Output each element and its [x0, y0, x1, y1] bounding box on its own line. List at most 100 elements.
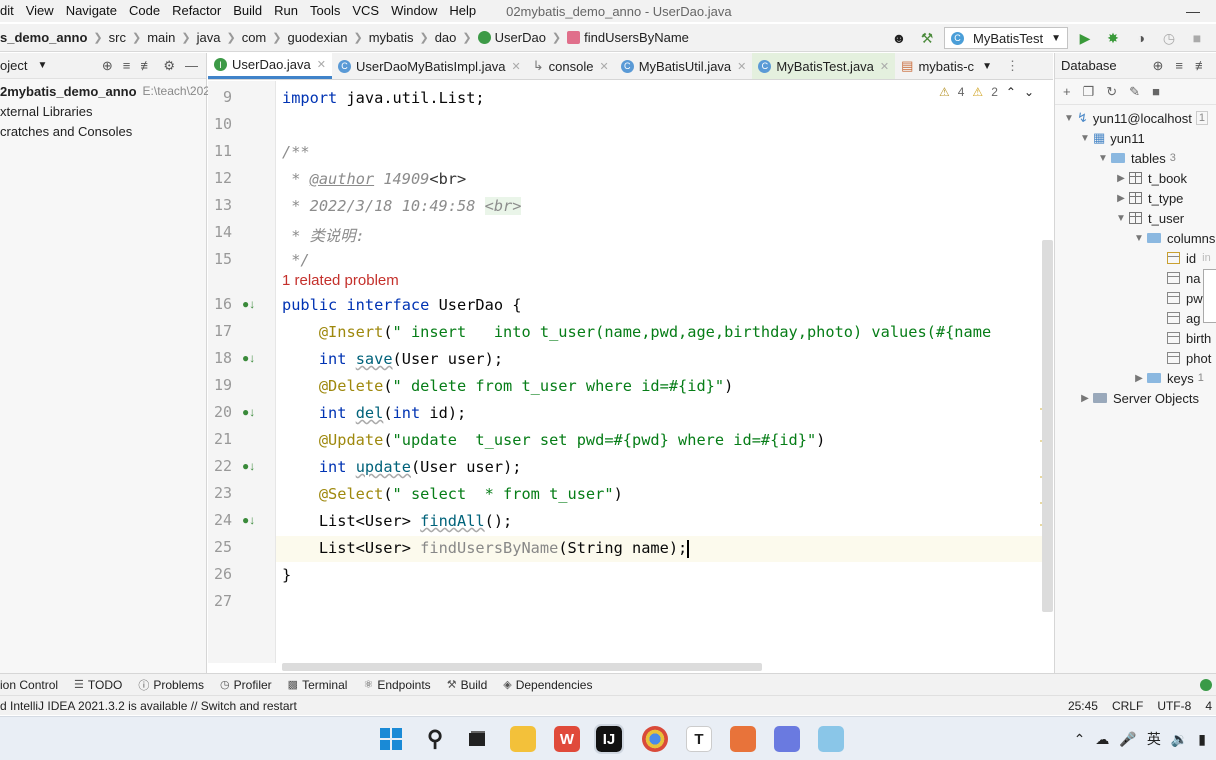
tree-item-server-objects[interactable]: ▶ Server Objects	[1077, 388, 1199, 408]
tree-item-table[interactable]: ▶ t_type	[1113, 188, 1183, 208]
task-view-icon[interactable]	[464, 726, 490, 752]
related-problem-hint[interactable]: 1 related problem	[282, 272, 399, 289]
expand-all-icon[interactable]: ≡	[1175, 58, 1183, 74]
menu-refactor[interactable]: Refactor	[166, 0, 227, 22]
chevron-down-icon[interactable]: ▼	[982, 61, 992, 72]
tree-item-schema[interactable]: ▼ ▦ yun11	[1077, 128, 1145, 148]
speaker-icon[interactable]: 🔉	[1171, 731, 1188, 748]
event-log[interactable]	[1200, 678, 1212, 691]
tree-item-table[interactable]: ▶ t_book	[1113, 168, 1187, 188]
chevron-down-icon[interactable]: ▼	[1077, 133, 1093, 144]
search-icon[interactable]: ⚲	[422, 726, 448, 752]
close-icon[interactable]: ✕	[599, 60, 608, 73]
cloud-icon[interactable]: ☁	[1095, 731, 1109, 748]
chevron-right-icon[interactable]: ▶	[1113, 173, 1129, 184]
tree-item-table[interactable]: ▼ t_user	[1113, 208, 1184, 228]
microphone-icon[interactable]: 🎤	[1119, 731, 1136, 748]
status-message[interactable]: d IntelliJ IDEA 2021.3.2 is available //…	[0, 699, 297, 713]
minimize-icon[interactable]: —	[1170, 0, 1216, 22]
project-panel-title[interactable]: oject	[0, 58, 27, 73]
tab-mybatistest[interactable]: C MyBatisTest.java ✕	[752, 53, 896, 79]
menu-vcs[interactable]: VCS	[346, 0, 385, 22]
indent-setting[interactable]: 4	[1205, 699, 1212, 713]
crumb-com[interactable]: com	[242, 30, 267, 45]
edit-icon[interactable]: ✎	[1129, 84, 1140, 100]
crumb-project[interactable]: s_demo_anno	[0, 30, 87, 45]
app-icon[interactable]	[818, 726, 844, 752]
menu-code[interactable]: Code	[123, 0, 166, 22]
menu-help[interactable]: Help	[443, 0, 482, 22]
tool-profiler[interactable]: ◷ Profiler	[220, 678, 272, 692]
tree-item-scratches[interactable]: cratches and Consoles	[0, 121, 206, 141]
chevron-down-icon[interactable]: ▼	[1061, 113, 1077, 124]
tree-item-datasource[interactable]: ▼ ↯ yun11@localhost 1	[1061, 108, 1208, 128]
tree-item-keys[interactable]: ▶ keys 1	[1131, 368, 1204, 388]
chevron-right-icon[interactable]: ▶	[1077, 393, 1093, 404]
close-icon[interactable]: ✕	[737, 60, 746, 73]
menu-view[interactable]: View	[20, 0, 60, 22]
tool-terminal[interactable]: ▩ Terminal	[288, 678, 348, 692]
menu-navigate[interactable]: Navigate	[60, 0, 123, 22]
windows-start-icon[interactable]	[378, 726, 404, 752]
close-icon[interactable]: ✕	[880, 60, 889, 73]
menu-run[interactable]: Run	[268, 0, 304, 22]
chevron-up-icon[interactable]: ⌃	[1074, 731, 1086, 748]
battery-icon[interactable]: ▮	[1198, 731, 1206, 748]
wps-icon[interactable]: W	[554, 726, 580, 752]
tree-item-column[interactable]: id in	[1167, 248, 1211, 268]
tree-item-external-libraries[interactable]: xternal Libraries	[0, 101, 206, 121]
tool-todo[interactable]: ☰ TODO	[74, 678, 122, 692]
tree-item-column[interactable]: phot	[1167, 348, 1211, 368]
locate-icon[interactable]: ⊕	[1153, 58, 1164, 74]
crumb-java[interactable]: java	[197, 30, 221, 45]
collapse-all-icon[interactable]: ≢	[140, 58, 153, 74]
tree-item-column[interactable]: birth	[1167, 328, 1211, 348]
chevron-down-icon[interactable]: ▼	[1113, 213, 1129, 224]
tool-dependencies[interactable]: ◈ Dependencies	[503, 678, 592, 692]
menu-window[interactable]: Window	[385, 0, 443, 22]
tree-item-column[interactable]: pw	[1167, 288, 1203, 308]
chevron-down-icon[interactable]: ⌄	[1024, 85, 1034, 99]
tab-userdao[interactable]: I UserDao.java ✕	[208, 53, 332, 79]
code-editor[interactable]: ⚠ 4 ⚠ 2 ⌃ ⌄ import java.util.List; /** *…	[276, 81, 1042, 663]
chevron-down-icon[interactable]: ▼	[1095, 153, 1111, 164]
stop-icon[interactable]: ■	[1186, 27, 1208, 49]
refresh-icon[interactable]: ↻	[1106, 84, 1117, 100]
chrome-icon[interactable]	[642, 726, 668, 752]
copy-icon[interactable]: ❐	[1083, 84, 1095, 100]
implementation-marker-icon[interactable]: ●↓	[242, 513, 255, 527]
file-encoding[interactable]: UTF-8	[1157, 699, 1191, 713]
close-icon[interactable]: ✕	[317, 58, 326, 71]
tab-userdaomybatisimpl[interactable]: C UserDaoMyBatisImpl.java ✕	[332, 53, 527, 79]
vertical-scrollbar[interactable]	[1042, 240, 1053, 612]
line-separator[interactable]: CRLF	[1112, 699, 1143, 713]
close-icon[interactable]: ✕	[512, 60, 521, 73]
tool-problems[interactable]: ⓘ Problems	[138, 677, 204, 693]
tab-console[interactable]: ↳ console ✕	[527, 53, 615, 79]
typora-icon[interactable]: T	[686, 726, 712, 752]
implementation-marker-icon[interactable]: ●↓	[242, 297, 255, 311]
inspection-widget[interactable]: ⚠ 4 ⚠ 2 ⌃ ⌄	[939, 85, 1034, 99]
crumb-src[interactable]: src	[109, 30, 126, 45]
more-icon[interactable]: ⋮	[1006, 58, 1019, 74]
crumb-userdao[interactable]: UserDao	[495, 30, 546, 45]
chevron-right-icon[interactable]: ▶	[1131, 373, 1147, 384]
debug-icon[interactable]: ✸	[1102, 27, 1124, 49]
menu-edit[interactable]: dit	[0, 0, 20, 22]
app-icon[interactable]	[774, 726, 800, 752]
intellij-icon[interactable]: IJ	[594, 724, 624, 754]
hammer-icon[interactable]: ⚒	[916, 27, 938, 49]
expand-all-icon[interactable]: ≡	[123, 58, 131, 74]
tab-mybatis-config[interactable]: ▤ mybatis-c ▼ ⋮	[895, 53, 1025, 79]
tool-endpoints[interactable]: ⚛ Endpoints	[363, 678, 430, 692]
implementation-marker-icon[interactable]: ●↓	[242, 459, 255, 473]
menu-build[interactable]: Build	[227, 0, 268, 22]
crumb-guodexian[interactable]: guodexian	[287, 30, 347, 45]
coverage-icon[interactable]: ◑	[1130, 27, 1152, 49]
chevron-right-icon[interactable]: ▶	[1113, 193, 1129, 204]
run-config-select[interactable]: C MyBatisTest ▼	[944, 27, 1068, 49]
tree-item-tables[interactable]: ▼ tables 3	[1095, 148, 1176, 168]
crumb-dao[interactable]: dao	[435, 30, 457, 45]
tree-item-project[interactable]: 2mybatis_demo_anno E:\teach\202	[0, 81, 210, 101]
hide-icon[interactable]: —	[185, 58, 198, 74]
